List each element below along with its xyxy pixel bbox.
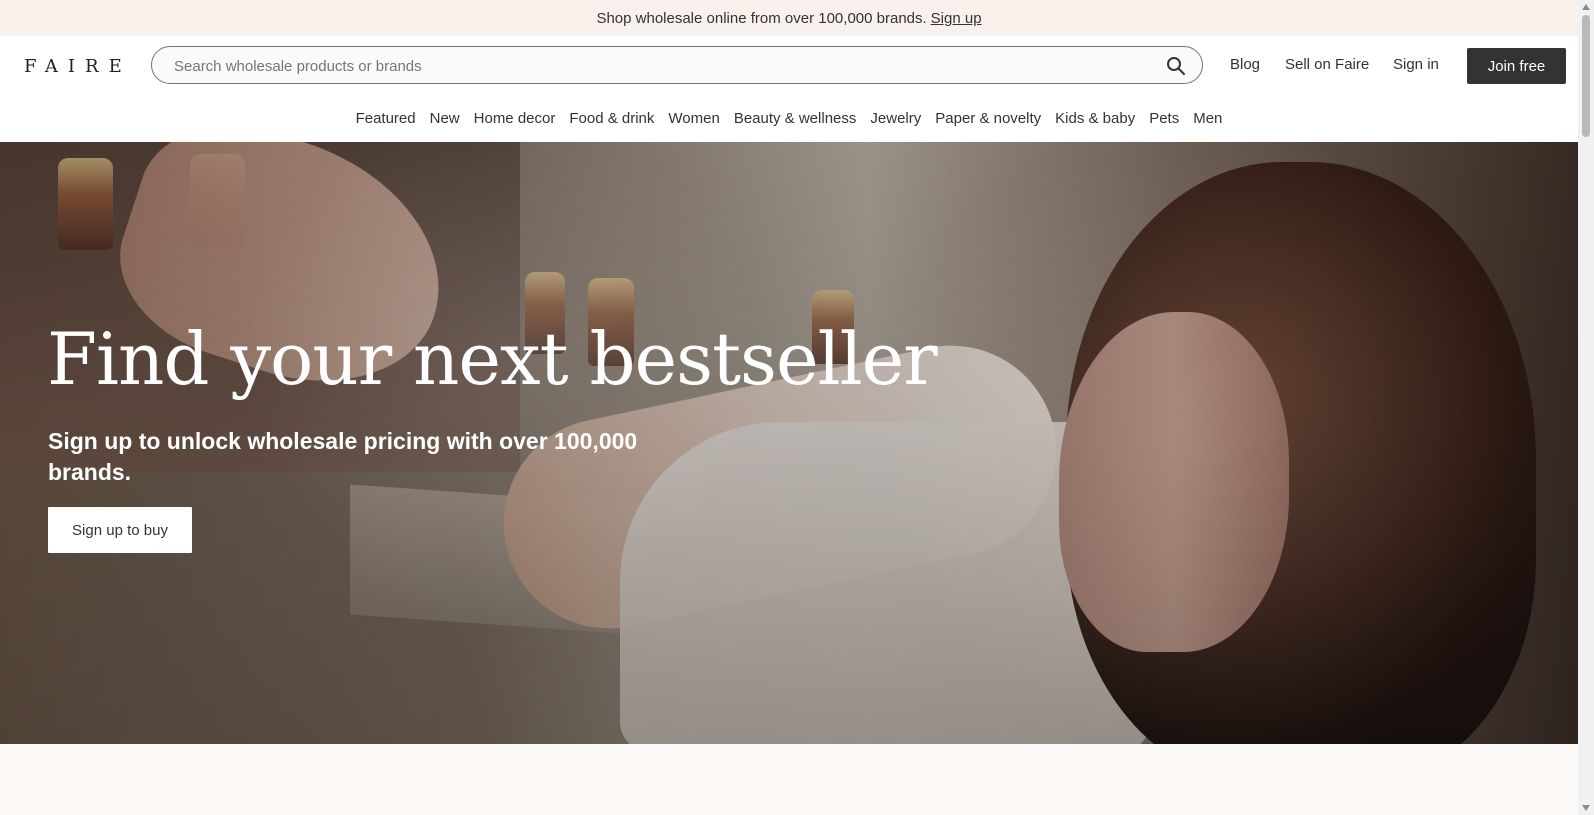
category-new[interactable]: New [430, 110, 460, 127]
category-home-decor[interactable]: Home decor [474, 110, 556, 127]
sign-up-to-buy-button[interactable]: Sign up to buy [48, 507, 192, 553]
page-content-start [0, 744, 1578, 815]
hero-subtitle: Sign up to unlock wholesale pricing with… [48, 428, 638, 485]
join-free-button[interactable]: Join free [1467, 48, 1566, 84]
blog-link[interactable]: Blog [1230, 56, 1260, 73]
sign-in-link[interactable]: Sign in [1393, 56, 1439, 73]
page: Shop wholesale online from over 100,000 … [0, 0, 1578, 815]
vertical-scrollbar[interactable] [1578, 0, 1594, 815]
category-beauty-wellness[interactable]: Beauty & wellness [734, 110, 857, 127]
hero-banner: Find your next bestseller Sign up to unl… [0, 142, 1578, 744]
search-bar[interactable] [151, 46, 1203, 85]
category-featured[interactable]: Featured [356, 110, 416, 127]
scroll-down-icon[interactable] [1582, 805, 1590, 811]
search-icon-graphic [1167, 57, 1185, 75]
category-pets[interactable]: Pets [1149, 110, 1179, 127]
promo-bar: Shop wholesale online from over 100,000 … [0, 0, 1578, 36]
header: FAIRE Blog Sell on Faire Sign in Join fr… [0, 36, 1578, 94]
promo-signup-link[interactable]: Sign up [931, 10, 982, 27]
category-women[interactable]: Women [668, 110, 719, 127]
category-men[interactable]: Men [1193, 110, 1222, 127]
category-nav: Featured New Home decor Food & drink Wom… [0, 94, 1578, 142]
sell-on-faire-link[interactable]: Sell on Faire [1285, 56, 1369, 73]
category-food-drink[interactable]: Food & drink [569, 110, 654, 127]
search-icon[interactable] [1166, 56, 1186, 76]
promo-text: Shop wholesale online from over 100,000 … [596, 9, 927, 27]
faire-logo[interactable]: FAIRE [24, 56, 132, 77]
hero-title: Find your next bestseller [47, 317, 938, 401]
scroll-thumb[interactable] [1582, 15, 1590, 137]
search-input[interactable] [172, 47, 1136, 85]
category-paper-novelty[interactable]: Paper & novelty [935, 110, 1041, 127]
category-jewelry[interactable]: Jewelry [870, 110, 921, 127]
scroll-up-icon[interactable] [1582, 4, 1590, 10]
category-kids-baby[interactable]: Kids & baby [1055, 110, 1135, 127]
